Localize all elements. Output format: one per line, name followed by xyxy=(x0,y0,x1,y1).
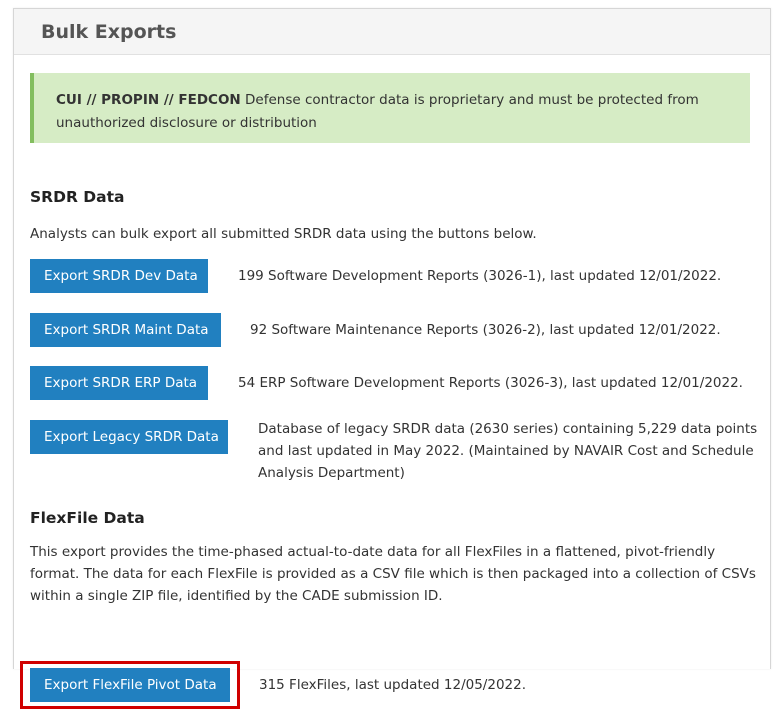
flexfile-description: This export provides the time-phased act… xyxy=(30,544,756,604)
cui-marking: CUI // PROPIN // FEDCON xyxy=(56,92,241,108)
export-srdr-erp-button[interactable]: Export SRDR ERP Data xyxy=(30,366,208,400)
export-legacy-srdr-button[interactable]: Export Legacy SRDR Data xyxy=(30,420,228,454)
panel-title: Bulk Exports xyxy=(14,9,770,55)
flexfile-heading: FlexFile Data xyxy=(30,509,145,527)
export-srdr-dev-button[interactable]: Export SRDR Dev Data xyxy=(30,259,208,293)
legacy-srdr-info: Database of legacy SRDR data (2630 serie… xyxy=(258,421,758,481)
srdr-maint-info: 92 Software Maintenance Reports (3026-2)… xyxy=(250,322,721,338)
export-flexfile-pivot-button[interactable]: Export FlexFile Pivot Data xyxy=(30,668,230,702)
cui-alert: CUI // PROPIN // FEDCON Defense contract… xyxy=(30,73,750,143)
export-srdr-maint-button[interactable]: Export SRDR Maint Data xyxy=(30,313,221,347)
panel-body: CUI // PROPIN // FEDCON Defense contract… xyxy=(14,73,770,709)
srdr-heading: SRDR Data xyxy=(30,188,125,206)
bulk-exports-panel: Bulk Exports CUI // PROPIN // FEDCON Def… xyxy=(13,8,771,709)
srdr-dev-info: 199 Software Development Reports (3026-1… xyxy=(238,268,722,284)
srdr-erp-info: 54 ERP Software Development Reports (302… xyxy=(238,375,743,391)
flexfile-info: 315 FlexFiles, last updated 12/05/2022. xyxy=(259,677,527,693)
srdr-description: Analysts can bulk export all submitted S… xyxy=(30,226,537,242)
